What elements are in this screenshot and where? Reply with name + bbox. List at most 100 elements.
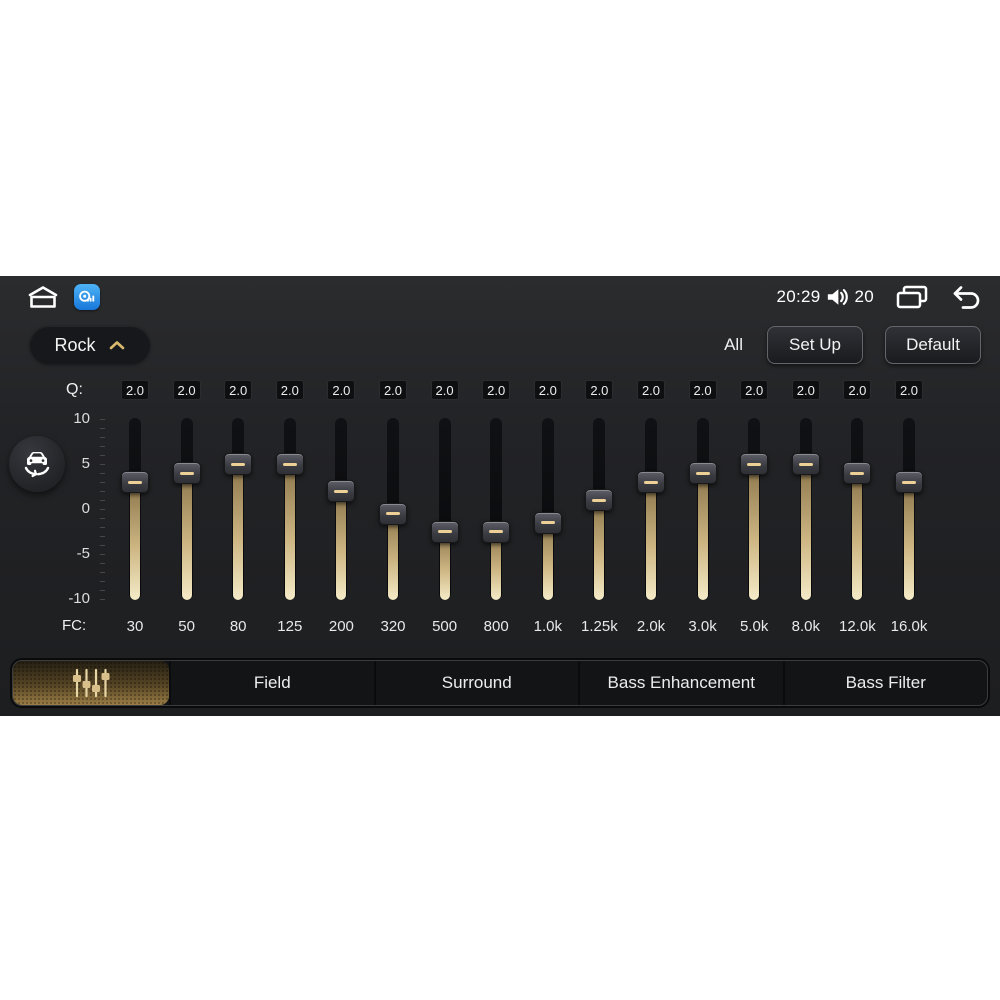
axis-tick xyxy=(100,590,105,591)
tab-bass-enhancement[interactable]: Bass Enhancement xyxy=(578,661,783,705)
slider-handle-1.25k[interactable] xyxy=(585,489,614,511)
preset-dropdown[interactable]: Rock xyxy=(30,326,150,364)
default-button[interactable]: Default xyxy=(885,326,981,364)
slider-handle-50[interactable] xyxy=(172,462,201,484)
equalizer-app-icon[interactable] xyxy=(74,284,100,310)
axis-tick xyxy=(100,482,105,483)
handle-grip-line xyxy=(695,471,710,475)
slider-fill-16.0k xyxy=(904,482,914,600)
q-value-band-500[interactable]: 2.0 xyxy=(430,380,459,400)
axis-tick xyxy=(100,572,105,573)
axis-tick xyxy=(100,491,105,492)
slider-handle-125[interactable] xyxy=(275,453,304,475)
slider-handle-800[interactable] xyxy=(482,520,511,543)
tab-field-label: Field xyxy=(253,673,291,692)
slider-handle-12.0k[interactable] xyxy=(843,462,872,484)
q-value-band-2.0k[interactable]: 2.0 xyxy=(637,380,665,400)
axis-tick xyxy=(100,527,105,528)
handle-grip-line xyxy=(747,462,762,466)
slider-handle-1.0k[interactable] xyxy=(533,511,562,534)
axis-tick xyxy=(100,437,105,438)
q-value-band-3.0k[interactable]: 2.0 xyxy=(688,380,717,400)
handle-grip-line xyxy=(128,480,142,484)
axis-tick xyxy=(100,536,105,537)
slider-handle-30[interactable] xyxy=(121,471,149,493)
slider-fill-3.0k xyxy=(697,473,708,600)
q-row-label: Q: xyxy=(66,381,83,398)
tab-equalizer[interactable] xyxy=(13,661,169,705)
q-value-band-1.0k[interactable]: 2.0 xyxy=(533,380,562,400)
axis-tick xyxy=(100,599,105,600)
eq-faders-icon xyxy=(69,666,113,700)
handle-grip-line xyxy=(644,480,658,484)
slider-handle-320[interactable] xyxy=(379,502,407,525)
q-value-band-125[interactable]: 2.0 xyxy=(275,380,304,400)
slider-handle-8.0k[interactable] xyxy=(791,453,820,475)
slider-handle-5.0k[interactable] xyxy=(740,453,769,475)
handle-grip-line xyxy=(902,480,916,484)
tab-field[interactable]: Field xyxy=(169,661,374,705)
axis-tick xyxy=(100,464,105,465)
slider-fill-1.25k xyxy=(594,500,605,600)
slider-fill-12.0k xyxy=(852,473,863,600)
slider-fill-8.0k xyxy=(800,464,811,600)
q-value-band-8.0k[interactable]: 2.0 xyxy=(791,380,820,400)
axis-label--10: -10 xyxy=(68,590,90,607)
recent-apps-icon[interactable] xyxy=(894,284,930,311)
status-bar-right: 20:29 20 xyxy=(776,281,982,313)
header-actions: All Set Up Default xyxy=(724,326,981,364)
slider-handle-200[interactable] xyxy=(327,480,356,502)
set-up-button[interactable]: Set Up xyxy=(767,326,863,364)
q-value-band-200[interactable]: 2.0 xyxy=(327,380,356,400)
q-value-band-30[interactable]: 2.0 xyxy=(121,380,149,400)
equalizer-screen: 20:29 20 Rock All Set Up Default Q: FC: … xyxy=(0,276,1000,716)
axis-label-10: 10 xyxy=(73,410,90,427)
axis-tick xyxy=(100,419,105,420)
axis-label--5: -5 xyxy=(76,545,90,562)
q-value-band-320[interactable]: 2.0 xyxy=(379,380,407,400)
bottom-tab-bar: Field Surround Bass Enhancement Bass Fil… xyxy=(12,660,988,706)
axis-tick xyxy=(100,509,105,510)
handle-grip-line xyxy=(179,471,194,475)
handle-grip-line xyxy=(334,489,349,493)
q-value-band-80[interactable]: 2.0 xyxy=(224,380,253,400)
tab-surround[interactable]: Surround xyxy=(373,661,579,705)
slider-fill-320 xyxy=(388,513,398,600)
car-surround-button[interactable] xyxy=(9,436,65,492)
time-volume-group: 20:29 20 xyxy=(776,286,874,308)
q-value-band-16.0k[interactable]: 2.0 xyxy=(895,380,923,400)
all-label: All xyxy=(724,335,743,354)
axis-tick xyxy=(100,473,105,474)
back-icon[interactable] xyxy=(948,284,982,310)
slider-handle-3.0k[interactable] xyxy=(688,462,717,484)
handle-grip-line xyxy=(489,530,504,533)
handle-grip-line xyxy=(850,471,865,475)
axis-tick xyxy=(100,446,105,447)
handle-grip-line xyxy=(540,521,555,524)
q-value-band-800[interactable]: 2.0 xyxy=(482,380,511,400)
clock-text: 20:29 xyxy=(776,287,821,306)
axis-tick xyxy=(100,563,105,564)
home-icon[interactable] xyxy=(24,283,62,311)
slider-fill-5.0k xyxy=(749,464,760,600)
q-value-band-1.25k[interactable]: 2.0 xyxy=(585,380,614,400)
tab-surround-label: Surround xyxy=(441,673,512,692)
handle-grip-line xyxy=(386,512,400,515)
status-bar-left xyxy=(24,282,100,312)
slider-handle-80[interactable] xyxy=(224,453,253,475)
tab-bass-filter[interactable]: Bass Filter xyxy=(782,661,988,705)
slider-fill-2.0k xyxy=(646,482,656,600)
axis-tick xyxy=(100,500,105,501)
slider-handle-16.0k[interactable] xyxy=(895,471,923,493)
page: 20:29 20 Rock All Set Up Default Q: FC: … xyxy=(0,0,1000,1000)
slider-handle-2.0k[interactable] xyxy=(637,471,665,493)
slider-handle-500[interactable] xyxy=(430,520,459,543)
handle-grip-line xyxy=(437,530,452,533)
q-value-band-12.0k[interactable]: 2.0 xyxy=(843,380,872,400)
q-value-band-5.0k[interactable]: 2.0 xyxy=(740,380,769,400)
handle-grip-line xyxy=(592,498,607,502)
axis-label-0: 0 xyxy=(81,500,90,517)
slider-fill-80 xyxy=(233,464,244,600)
q-value-band-50[interactable]: 2.0 xyxy=(172,380,201,400)
speaker-icon[interactable] xyxy=(825,286,849,308)
